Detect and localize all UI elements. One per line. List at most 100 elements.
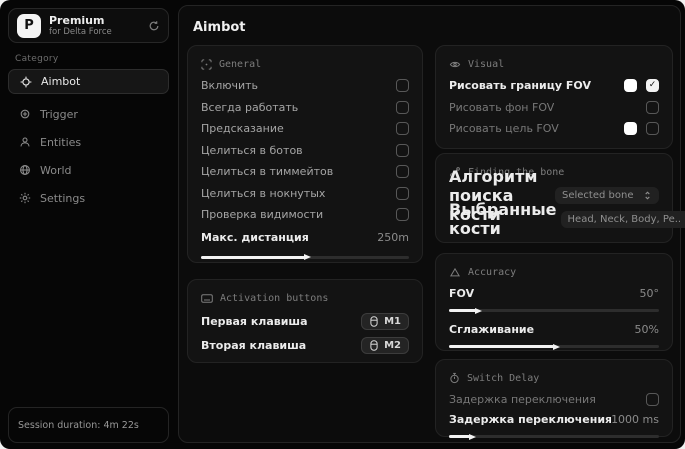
sidebar-item-aimbot[interactable]: Aimbot [8, 69, 169, 94]
panel-title: Accuracy [468, 266, 517, 278]
switch-delay-slider[interactable] [449, 433, 659, 440]
sidebar-item-label: Aimbot [41, 75, 81, 88]
setting-label: Макс. дистанция [201, 231, 309, 244]
setting-row: FOV 50° [449, 283, 659, 303]
main-content: Aimbot General Включить Всегда работать [178, 5, 685, 443]
checkbox-target-bots[interactable] [396, 143, 409, 157]
eye-icon [449, 59, 461, 70]
setting-row: Выбранные кости Head, Neck, Body, Pe.. [449, 200, 685, 238]
mouse-icon [369, 315, 379, 327]
setting-label: FOV [449, 286, 475, 300]
checkbox-draw-fov-border[interactable] [646, 79, 659, 93]
panel-title: Switch Delay [467, 372, 540, 384]
bone-algorithm-select[interactable]: Selected bone [555, 186, 659, 204]
setting-row: Рисовать цель FOV [449, 118, 659, 140]
max-distance-slider[interactable] [201, 254, 409, 260]
setting-label: Задержка переключения (мс) [449, 412, 612, 426]
setting-label: Проверка видимости [201, 208, 324, 222]
globe-icon [19, 164, 31, 176]
sidebar-item-world[interactable]: World [8, 159, 169, 181]
crosshair-icon [20, 76, 32, 88]
mouse-icon [369, 339, 379, 351]
sidebar-nav: Aimbot Trigger Entities World Settings [8, 69, 169, 215]
checkbox-target-knocked[interactable] [396, 186, 409, 200]
gear-icon [19, 192, 31, 204]
keybind-label: M2 [384, 339, 401, 351]
slider-thumb[interactable] [475, 307, 483, 314]
slider-value: 250m [377, 231, 409, 244]
slider-thumb[interactable] [553, 343, 560, 350]
app-window: P Premium for Delta Force Category Aimbo… [0, 0, 685, 449]
select-value: Selected bone [562, 189, 634, 201]
panel-visual: Visual Рисовать границу FOV Рисовать фон… [435, 45, 673, 149]
checkbox-visibility-check[interactable] [396, 208, 409, 222]
keybind-button-secondary[interactable]: M2 [361, 336, 409, 354]
checkbox-draw-fov-background[interactable] [646, 100, 659, 114]
panel-general: General Включить Всегда работать Предска… [187, 45, 423, 263]
setting-row: Целиться в ботов [201, 140, 409, 162]
slider-thumb[interactable] [304, 254, 311, 260]
setting-row: Задержка переключения [449, 389, 659, 409]
app-subtitle: for Delta Force [49, 26, 112, 37]
panel-switch-delay: Switch Delay Задержка переключения Задер… [435, 359, 673, 440]
session-card: Session duration: 4m 22s [8, 407, 169, 443]
app-header-card: P Premium for Delta Force [8, 8, 169, 43]
slider-thumb[interactable] [469, 433, 476, 440]
unfold-icon [643, 190, 652, 201]
setting-row: Сглаживание 50% [449, 319, 659, 339]
checkbox-enable[interactable] [396, 79, 409, 93]
setting-row: Целиться в нокнутых [201, 183, 409, 205]
setting-row: Задержка переключения (мс) 1000 ms [449, 409, 659, 429]
sync-icon[interactable] [148, 20, 160, 32]
page-title: Aimbot [193, 20, 246, 35]
select-value: Head, Neck, Body, Pe.. [567, 213, 682, 225]
setting-label: Целиться в ботов [201, 143, 303, 157]
setting-row: Вторая клавиша M2 [201, 333, 409, 357]
panel-activation-buttons: Activation buttons Первая клавиша M1 Вто… [187, 279, 423, 363]
setting-label: Вторая клавиша [201, 338, 307, 352]
setting-row: Рисовать границу FOV [449, 75, 659, 97]
fov-border-color-swatch[interactable] [624, 79, 637, 93]
checkbox-target-teammates[interactable] [396, 165, 409, 179]
sidebar-item-label: World [40, 163, 72, 177]
sidebar-item-label: Entities [40, 135, 82, 149]
sidebar-item-settings[interactable]: Settings [8, 187, 169, 209]
checkbox-prediction[interactable] [396, 122, 409, 136]
setting-row: Проверка видимости [201, 204, 409, 226]
slider-value: 1000 ms [611, 412, 659, 426]
checkbox-draw-fov-target[interactable] [646, 122, 659, 136]
slider-value: 50% [634, 322, 659, 336]
slider-value: 50° [639, 286, 660, 300]
setting-label: Предсказание [201, 122, 284, 136]
fov-slider[interactable] [449, 307, 659, 314]
triangle-icon [449, 267, 461, 278]
keybind-button-primary[interactable]: M1 [361, 312, 409, 330]
setting-row: Включить [201, 75, 409, 97]
setting-row: Всегда работать [201, 97, 409, 119]
app-header-text: Premium for Delta Force [49, 13, 148, 37]
sidebar-item-trigger[interactable]: Trigger [8, 103, 169, 125]
timer-icon [449, 372, 460, 384]
setting-label: Первая клавиша [201, 314, 308, 328]
setting-row: Первая клавиша M1 [201, 309, 409, 333]
setting-label: Целиться в тиммейтов [201, 165, 334, 179]
setting-row: Макс. дистанция 250m [201, 226, 409, 250]
smoothing-slider[interactable] [449, 343, 659, 350]
keyboard-icon [201, 293, 213, 304]
panel-title: General [219, 58, 262, 70]
fov-target-color-swatch[interactable] [624, 122, 637, 136]
panel-finding-bone: Finding the bone Алгоритм поиска кости S… [435, 153, 685, 243]
app-title: Premium [49, 13, 105, 27]
panel-accuracy: Accuracy FOV 50° Сглаживание 50% [435, 253, 673, 351]
selected-bones-select[interactable]: Head, Neck, Body, Pe.. [560, 210, 685, 228]
sidebar-item-entities[interactable]: Entities [8, 131, 169, 153]
setting-row: Предсказание [201, 118, 409, 140]
setting-row: Рисовать фон FOV [449, 97, 659, 119]
person-icon [19, 136, 31, 148]
setting-label: Выбранные кости [449, 200, 557, 238]
checkbox-switch-delay[interactable] [646, 392, 659, 406]
setting-label: Задержка переключения [449, 392, 596, 406]
setting-label: Сглаживание [449, 322, 535, 336]
checkbox-always-work[interactable] [396, 100, 409, 114]
panel-title: Visual [468, 58, 505, 70]
